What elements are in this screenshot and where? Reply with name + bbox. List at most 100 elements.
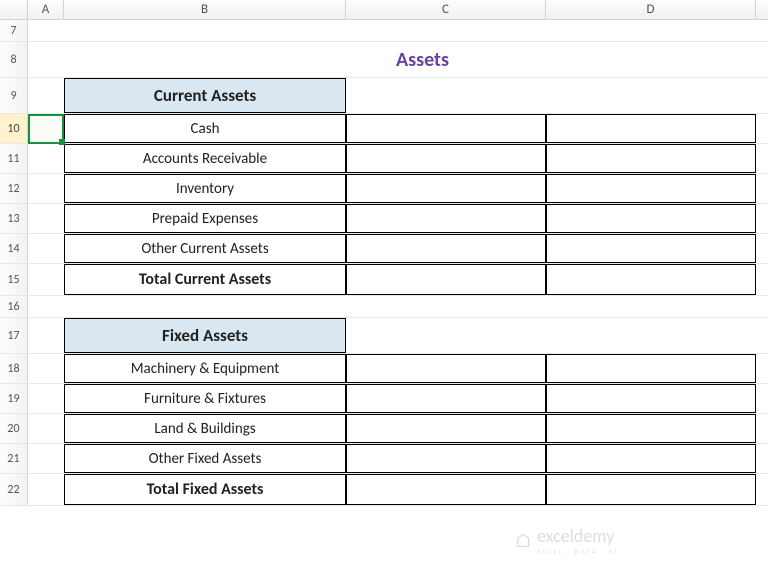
row-header-11[interactable]: 11 [0, 144, 28, 173]
cell-D10[interactable] [546, 114, 756, 143]
row-22: 22 Total Fixed Assets [0, 474, 768, 506]
total-current-assets[interactable]: Total Current Assets [64, 264, 346, 295]
cell-C14[interactable] [346, 234, 546, 263]
item-machinery-equipment[interactable]: Machinery & Equipment [64, 354, 346, 383]
cell-C19[interactable] [346, 384, 546, 413]
row-header-19[interactable]: 19 [0, 384, 28, 413]
row-12: 12 Inventory [0, 174, 768, 204]
cell-C22[interactable] [346, 474, 546, 505]
row-header-17[interactable]: 17 [0, 318, 28, 353]
cell-A15[interactable] [28, 264, 64, 295]
cell-C12[interactable] [346, 174, 546, 203]
row-8: 8 x Assets [0, 42, 768, 78]
row-header-15[interactable]: 15 [0, 264, 28, 295]
row-21: 21 Other Fixed Assets [0, 444, 768, 474]
cell-B16[interactable] [64, 296, 346, 317]
row-header-16[interactable]: 16 [0, 296, 28, 317]
cell-D21[interactable] [546, 444, 756, 473]
row-header-22[interactable]: 22 [0, 474, 28, 505]
item-cash[interactable]: Cash [64, 114, 346, 143]
cell-D18[interactable] [546, 354, 756, 383]
cell-A9[interactable] [28, 78, 64, 113]
row-14: 14 Other Current Assets [0, 234, 768, 264]
cell-C18[interactable] [346, 354, 546, 383]
cell-A21[interactable] [28, 444, 64, 473]
cell-A14[interactable] [28, 234, 64, 263]
item-furniture-fixtures[interactable]: Furniture & Fixtures [64, 384, 346, 413]
item-land-buildings[interactable]: Land & Buildings [64, 414, 346, 443]
item-inventory[interactable]: Inventory [64, 174, 346, 203]
cell-D20[interactable] [546, 414, 756, 443]
cell-D12[interactable] [546, 174, 756, 203]
col-header-C[interactable]: C [346, 0, 546, 19]
cell-C11[interactable] [346, 144, 546, 173]
cell-A18[interactable] [28, 354, 64, 383]
cell-A22[interactable] [28, 474, 64, 505]
row-header-9[interactable]: 9 [0, 78, 28, 113]
cell-C9[interactable] [346, 78, 546, 113]
row-header-14[interactable]: 14 [0, 234, 28, 263]
cell-A20[interactable] [28, 414, 64, 443]
row-20: 20 Land & Buildings [0, 414, 768, 444]
total-fixed-assets[interactable]: Total Fixed Assets [64, 474, 346, 505]
col-header-D[interactable]: D [546, 0, 756, 19]
row-header-8[interactable]: 8 [0, 42, 28, 77]
col-header-B[interactable]: B [64, 0, 346, 19]
cell-B8[interactable]: x [64, 42, 346, 77]
row-11: 11 Accounts Receivable [0, 144, 768, 174]
row-header-21[interactable]: 21 [0, 444, 28, 473]
row-19: 19 Furniture & Fixtures [0, 384, 768, 414]
row-header-7[interactable]: 7 [0, 20, 28, 41]
cell-A16[interactable] [28, 296, 64, 317]
cell-D22[interactable] [546, 474, 756, 505]
cell-D13[interactable] [546, 204, 756, 233]
cell-A11[interactable] [28, 144, 64, 173]
cell-D19[interactable] [546, 384, 756, 413]
cell-D8[interactable] [546, 42, 756, 77]
item-other-current-assets[interactable]: Other Current Assets [64, 234, 346, 263]
cell-D11[interactable] [546, 144, 756, 173]
select-all-corner[interactable] [0, 0, 28, 19]
cell-A8[interactable] [28, 42, 64, 77]
row-header-13[interactable]: 13 [0, 204, 28, 233]
cell-A7[interactable] [28, 20, 64, 41]
cell-C16[interactable] [346, 296, 546, 317]
row-7: 7 [0, 20, 768, 42]
cell-C21[interactable] [346, 444, 546, 473]
row-9: 9 Current Assets [0, 78, 768, 114]
cell-C15[interactable] [346, 264, 546, 295]
section-header-current-assets[interactable]: Current Assets [64, 78, 346, 113]
cell-A13[interactable] [28, 204, 64, 233]
row-13: 13 Prepaid Expenses [0, 204, 768, 234]
row-header-12[interactable]: 12 [0, 174, 28, 203]
cell-D7[interactable] [546, 20, 756, 41]
col-header-A[interactable]: A [28, 0, 64, 19]
row-17: 17 Fixed Assets [0, 318, 768, 354]
cell-D9[interactable] [546, 78, 756, 113]
cell-A10[interactable] [28, 114, 64, 143]
watermark-tagline: EXCEL · DATA · BI [537, 547, 618, 556]
cell-A17[interactable] [28, 318, 64, 353]
cell-C13[interactable] [346, 204, 546, 233]
cell-D17[interactable] [546, 318, 756, 353]
cell-C7[interactable] [346, 20, 546, 41]
cell-C17[interactable] [346, 318, 546, 353]
page-title: Assets [346, 42, 546, 77]
item-accounts-receivable[interactable]: Accounts Receivable [64, 144, 346, 173]
cell-B7[interactable] [64, 20, 346, 41]
item-other-fixed-assets[interactable]: Other Fixed Assets [64, 444, 346, 473]
row-18: 18 Machinery & Equipment [0, 354, 768, 384]
cell-C10[interactable] [346, 114, 546, 143]
cell-C20[interactable] [346, 414, 546, 443]
cell-A19[interactable] [28, 384, 64, 413]
item-prepaid-expenses[interactable]: Prepaid Expenses [64, 204, 346, 233]
row-header-18[interactable]: 18 [0, 354, 28, 383]
cell-D14[interactable] [546, 234, 756, 263]
section-header-fixed-assets[interactable]: Fixed Assets [64, 318, 346, 353]
row-header-10[interactable]: 10 [0, 114, 28, 143]
cell-D15[interactable] [546, 264, 756, 295]
watermark-brand: exceldemy [537, 525, 614, 547]
cell-D16[interactable] [546, 296, 756, 317]
row-header-20[interactable]: 20 [0, 414, 28, 443]
cell-A12[interactable] [28, 174, 64, 203]
